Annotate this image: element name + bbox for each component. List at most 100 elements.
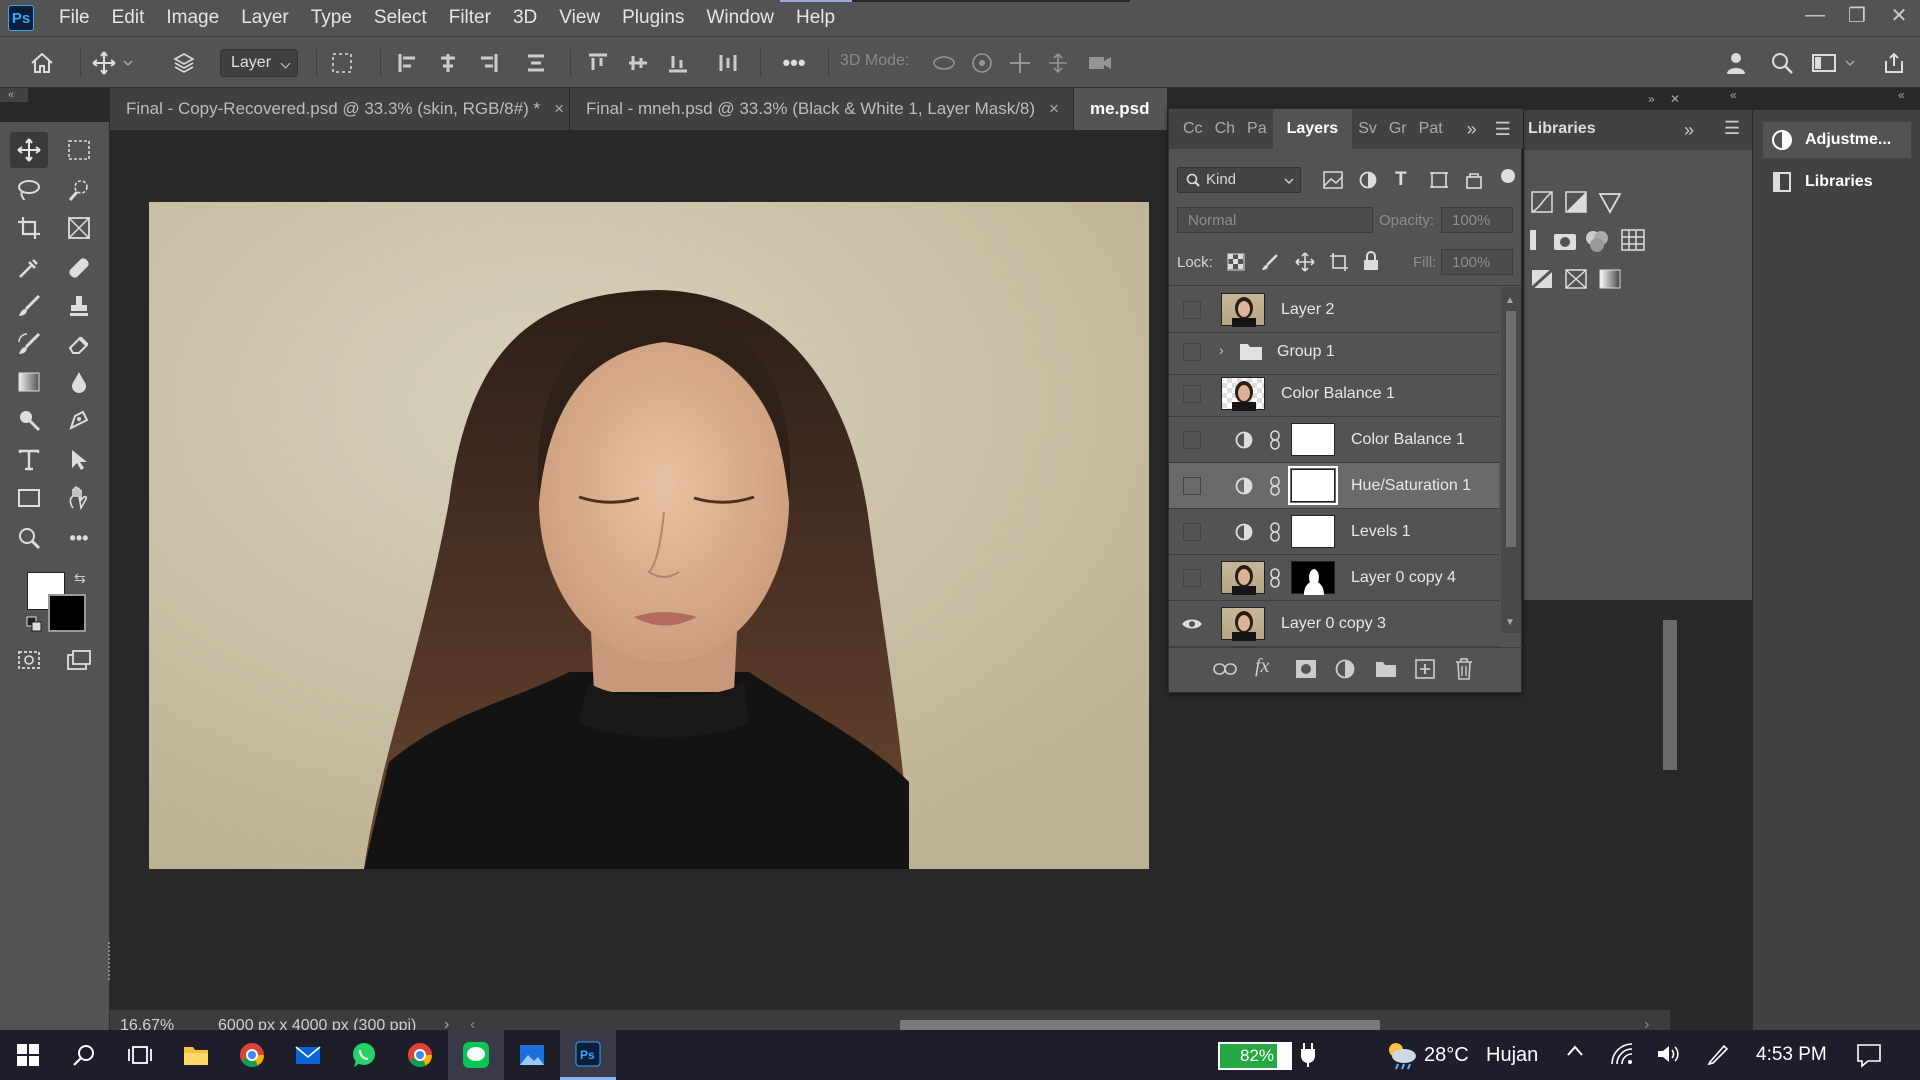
align-left-icon[interactable]: [392, 47, 424, 79]
layer-row[interactable]: Levels 1: [1169, 509, 1499, 555]
tab-patterns[interactable]: Pat: [1413, 109, 1449, 149]
search-icon[interactable]: [1766, 47, 1798, 79]
brush-tool-icon[interactable]: [10, 288, 48, 324]
visibility-toggle[interactable]: [1183, 431, 1201, 449]
lasso-tool-icon[interactable]: [10, 172, 48, 208]
weather-rain-icon[interactable]: [1384, 1040, 1418, 1070]
visibility-toggle[interactable]: [1183, 385, 1201, 403]
add-mask-icon[interactable]: [1295, 659, 1317, 679]
edit-toolbar-icon[interactable]: •••: [60, 520, 98, 556]
eyedropper-tool-icon[interactable]: [10, 250, 48, 286]
3d-camera-icon[interactable]: [1084, 47, 1116, 79]
lock-pixels-icon[interactable]: [1261, 253, 1279, 271]
lock-transparent-icon[interactable]: [1227, 253, 1245, 271]
distribute-icon[interactable]: [520, 47, 552, 79]
task-view-icon[interactable]: [112, 1030, 168, 1080]
background-color-swatch[interactable]: [48, 594, 86, 632]
quick-mask-icon[interactable]: [10, 642, 48, 678]
move-tool-icon[interactable]: [88, 47, 120, 79]
delete-layer-icon[interactable]: [1455, 658, 1473, 680]
3d-orbit-icon[interactable]: [928, 47, 960, 79]
tab-color[interactable]: Cc: [1169, 109, 1209, 149]
vertical-scrollbar[interactable]: [1660, 610, 1680, 1010]
show-hidden-icons-icon[interactable]: [1566, 1044, 1584, 1058]
vibrance-adjust-icon[interactable]: [1598, 190, 1622, 214]
distribute-v-icon[interactable]: [712, 47, 744, 79]
curves-adjust-icon[interactable]: [1530, 190, 1554, 214]
libraries-button[interactable]: Libraries: [1763, 164, 1911, 200]
menu-plugins[interactable]: Plugins: [611, 0, 695, 36]
panel-menu-icon[interactable]: ☰: [1495, 119, 1511, 140]
gradient-map-icon[interactable]: [1598, 268, 1622, 290]
healing-brush-icon[interactable]: [60, 250, 98, 286]
line-app-icon[interactable]: [448, 1030, 504, 1080]
more-options-icon[interactable]: •••: [778, 47, 810, 79]
type-tool-icon[interactable]: [10, 442, 48, 478]
tab-channels[interactable]: Ch: [1209, 109, 1241, 149]
move-tool-icon[interactable]: [10, 132, 48, 168]
layer-row[interactable]: Color Balance 1: [1169, 417, 1499, 463]
quick-select-tool-icon[interactable]: [60, 172, 98, 208]
close-tab-icon[interactable]: ×: [554, 99, 564, 118]
expand-left-icon[interactable]: «: [1730, 88, 1737, 102]
collapse-icon[interactable]: »: [1648, 92, 1655, 106]
expand-icon[interactable]: »: [1467, 119, 1477, 140]
link-icon[interactable]: [1269, 476, 1281, 496]
menu-window[interactable]: Window: [695, 0, 785, 36]
align-top-icon[interactable]: [582, 47, 614, 79]
blend-mode-dropdown[interactable]: Normal: [1177, 207, 1373, 233]
new-group-icon[interactable]: [1375, 660, 1397, 678]
menu-edit[interactable]: Edit: [101, 0, 156, 36]
panel-collapse-strip[interactable]: «: [0, 88, 28, 102]
exposure-adjust-icon[interactable]: [1564, 190, 1588, 214]
close-panel-icon[interactable]: ✕: [1670, 92, 1680, 106]
layer-row[interactable]: Layer 0 copy 4: [1169, 555, 1499, 601]
layer-row[interactable]: Layer 0 copy 3: [1169, 601, 1499, 647]
scroll-down-icon[interactable]: ▼: [1505, 617, 1515, 628]
mail-icon[interactable]: [280, 1030, 336, 1080]
layer-row-selected[interactable]: Hue/Saturation 1: [1169, 463, 1499, 509]
link-icon[interactable]: [1269, 522, 1281, 542]
close-tab-icon[interactable]: ×: [1049, 99, 1059, 118]
color-lookup-icon[interactable]: [1620, 228, 1646, 252]
menu-select[interactable]: Select: [363, 0, 438, 36]
photo-filter-icon[interactable]: [1530, 228, 1538, 252]
layer-row[interactable]: Layer 2: [1169, 287, 1499, 333]
filter-smart-object-icon[interactable]: [1465, 171, 1483, 189]
camera-adjust-icon[interactable]: [1552, 228, 1578, 252]
adjustments-button[interactable]: Adjustme...: [1763, 122, 1911, 158]
menu-file[interactable]: File: [48, 0, 101, 36]
menu-view[interactable]: View: [548, 0, 611, 36]
menu-image[interactable]: Image: [155, 0, 230, 36]
chevron-down-icon[interactable]: [120, 47, 136, 79]
lock-artboard-icon[interactable]: [1329, 252, 1349, 272]
swap-colors-icon[interactable]: ⇆: [74, 570, 92, 588]
tab-swatches[interactable]: Sv: [1352, 109, 1383, 149]
clone-stamp-icon[interactable]: [60, 288, 98, 324]
channel-mixer-icon[interactable]: [1584, 228, 1610, 254]
menu-help[interactable]: Help: [785, 0, 846, 36]
collapse-arrows-icon[interactable]: «: [0, 88, 28, 102]
eye-icon[interactable]: [1181, 616, 1203, 632]
eraser-tool-icon[interactable]: [60, 326, 98, 362]
photos-icon[interactable]: [504, 1030, 560, 1080]
tab-layers[interactable]: Layers: [1272, 109, 1353, 149]
align-middle-v-icon[interactable]: [622, 47, 654, 79]
align-center-h-icon[interactable]: [432, 47, 464, 79]
share-person-icon[interactable]: [1722, 47, 1754, 79]
chrome-profile-icon[interactable]: [392, 1030, 448, 1080]
chrome-icon[interactable]: [224, 1030, 280, 1080]
workspace-chevron-icon[interactable]: [1842, 47, 1858, 79]
gradient-tool-icon[interactable]: [10, 364, 48, 400]
workspace-icon[interactable]: [1808, 47, 1840, 79]
opacity-input[interactable]: 100%: [1441, 207, 1513, 233]
visibility-toggle[interactable]: [1183, 523, 1201, 541]
scroll-up-icon[interactable]: ▲: [1505, 295, 1515, 306]
export-share-icon[interactable]: [1878, 47, 1910, 79]
lock-position-icon[interactable]: [1295, 252, 1315, 272]
wifi-icon[interactable]: [1610, 1042, 1634, 1066]
battery-indicator[interactable]: 82%: [1218, 1042, 1292, 1070]
close-icon[interactable]: ✕: [1878, 0, 1920, 30]
frame-tool-icon[interactable]: [60, 210, 98, 246]
menu-type[interactable]: Type: [300, 0, 363, 36]
